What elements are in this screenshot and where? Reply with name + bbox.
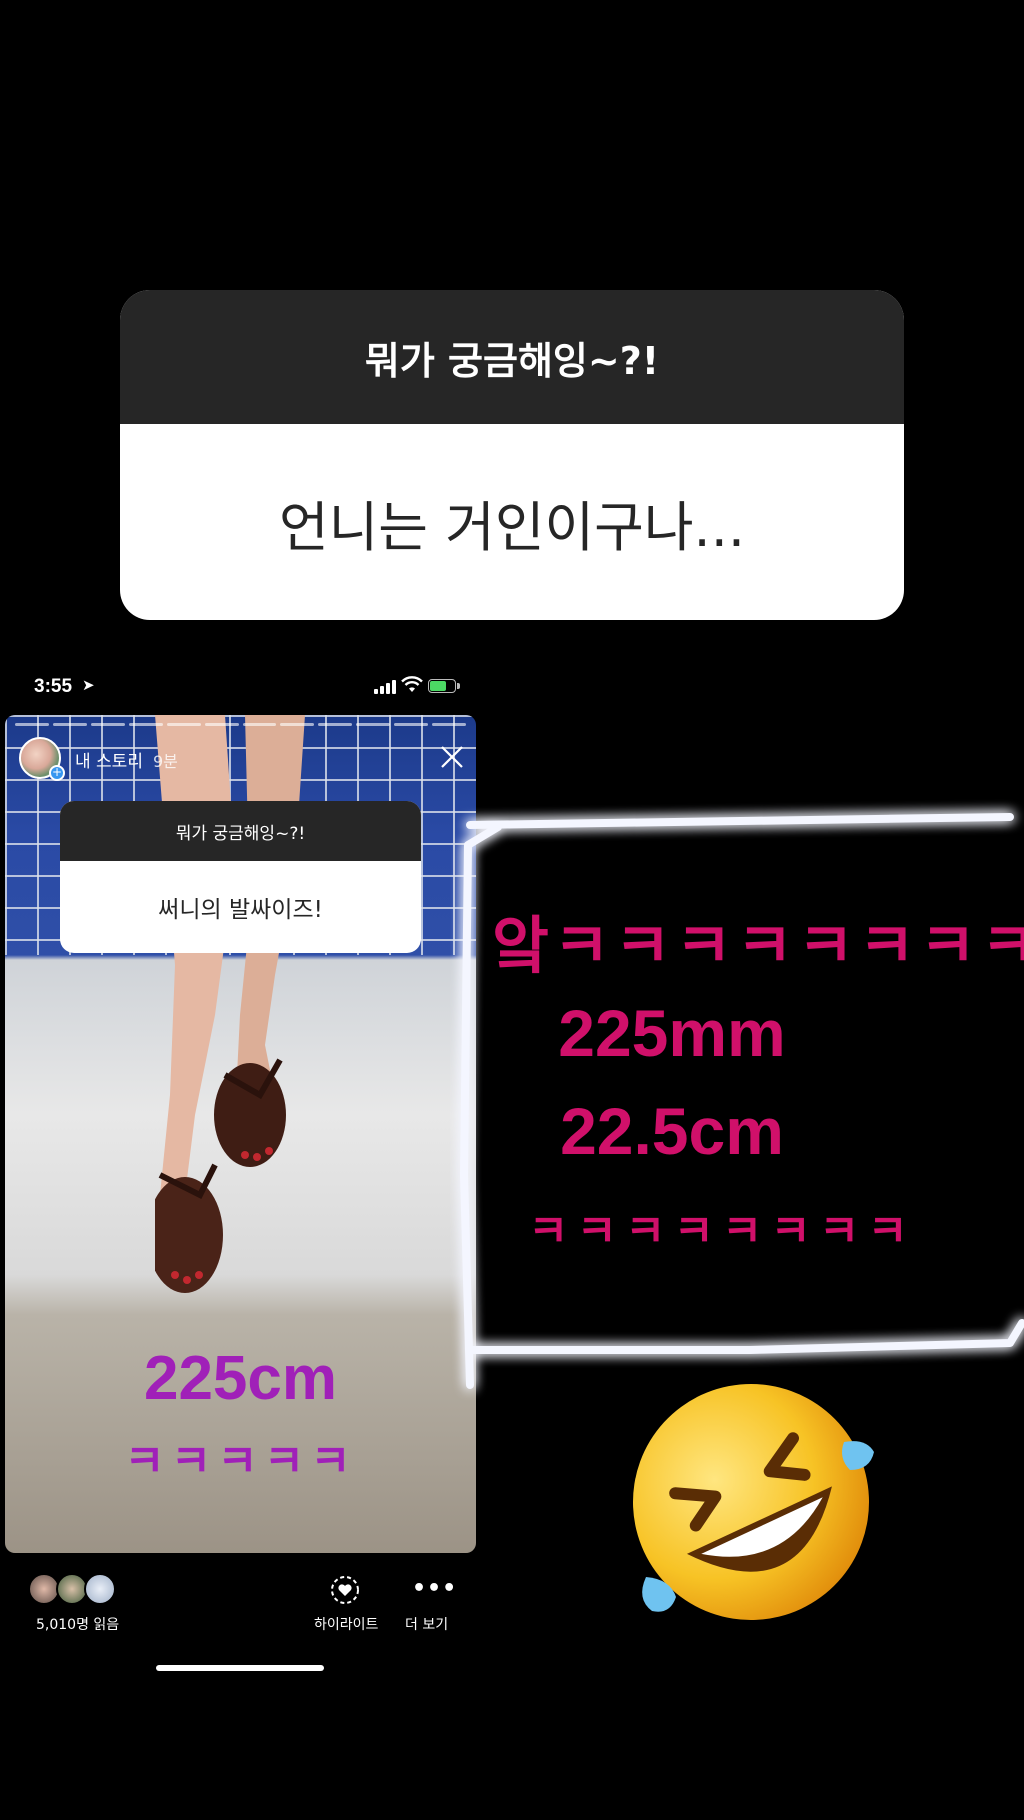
more-dots-icon[interactable]: ••• [412, 1576, 457, 1601]
question-answer: 언니는 거인이구나... [278, 495, 746, 559]
annotation-size-mm: 225mm [558, 996, 786, 1070]
story-progress-bar [15, 723, 467, 726]
story-timestamp: 9분 [153, 752, 178, 771]
question-sticker-large: 뭐가 궁금해잉~?! 언니는 거인이구나... [120, 290, 904, 620]
home-indicator[interactable] [156, 1665, 324, 1671]
views-count[interactable]: 5,010명 읽음 [36, 1614, 119, 1634]
question-sticker[interactable]: 뭐가 궁금해잉~?! 써니의 발싸이즈! [60, 801, 421, 953]
question-header: 뭐가 궁금해잉~?! [120, 290, 904, 424]
annotation-size-cm: 22.5cm [560, 1094, 784, 1168]
highlight-button-label[interactable]: 하이라이트 [314, 1614, 378, 1634]
battery-charging-icon [428, 679, 460, 693]
wifi-icon [401, 676, 423, 692]
add-story-icon[interactable]: + [49, 765, 65, 781]
close-icon[interactable] [438, 743, 466, 771]
annotation-laugh-line-2: ㅋㅋㅋㅋㅋㅋㅋㅋ [528, 1207, 916, 1256]
highlight-heart-icon[interactable] [330, 1575, 360, 1605]
location-arrow-icon: ➤ [82, 677, 95, 694]
story-text-size: 225cm [143, 1344, 338, 1413]
story-text-laugh: ㅋㅋㅋㅋㅋ [124, 1436, 357, 1487]
rolling-laughing-emoji-icon [633, 1384, 874, 1620]
story-username[interactable]: 내 스토리 [75, 747, 143, 772]
status-time: 3:55 [34, 676, 73, 697]
sticker-answer: 써니의 발싸이즈! [158, 897, 323, 923]
annotation-laugh-line: 앜ㅋㅋㅋㅋㅋㅋㅋㅋ [492, 912, 1024, 981]
status-bar: 3:55 ➤ [0, 672, 476, 706]
more-button-label[interactable]: 더 보기 [405, 1614, 448, 1634]
viewer-avatars[interactable] [28, 1573, 123, 1605]
cellular-signal-icon [374, 680, 396, 694]
sticker-question-header: 뭐가 궁금해잉~?! [60, 801, 421, 861]
